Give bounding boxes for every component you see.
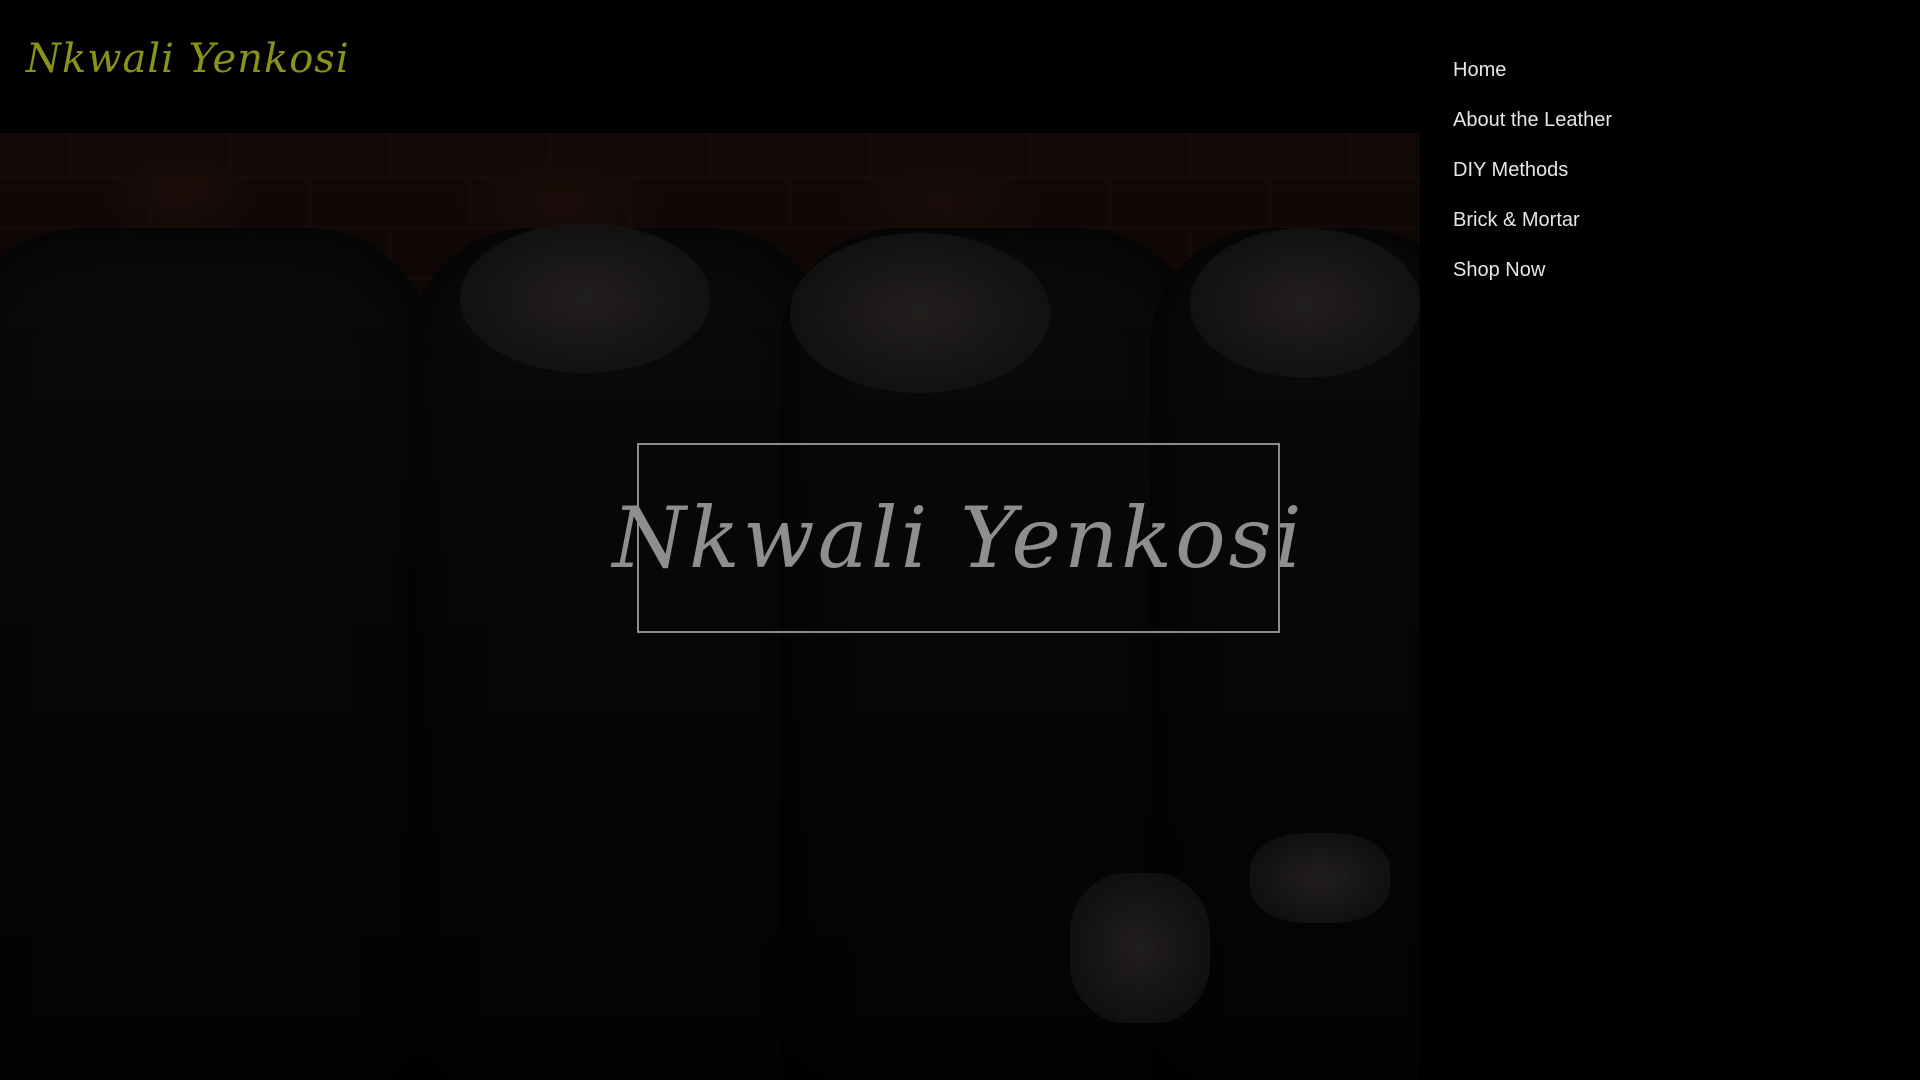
nav-link-diy-methods[interactable]: DIY Methods [1453, 159, 1568, 181]
site-header: Nkwali Yenkosi [0, 0, 1420, 133]
nav-link-home[interactable]: Home [1453, 59, 1506, 81]
nav-link-brick-mortar[interactable]: Brick & Mortar [1453, 209, 1580, 231]
nav-item-about-leather: About the Leather [1453, 104, 1873, 154]
nav-item-shop-now: Shop Now [1453, 254, 1873, 304]
hero-title-box: Nkwali Yenkosi [612, 443, 1302, 633]
nav-item-home: Home [1453, 54, 1873, 104]
nav-link-about-leather[interactable]: About the Leather [1453, 109, 1612, 131]
nav-item-diy-methods: DIY Methods [1453, 154, 1873, 204]
hero-title: Nkwali Yenkosi [612, 489, 1305, 587]
page: Nkwali Yenkosi Nkwali Yenkosi Home About… [0, 0, 1920, 1080]
nav-item-brick-mortar: Brick & Mortar [1453, 204, 1873, 254]
main-nav: Home About the Leather DIY Methods Brick… [1453, 54, 1873, 304]
nav-link-shop-now[interactable]: Shop Now [1453, 259, 1545, 281]
site-logo[interactable]: Nkwali Yenkosi [26, 36, 350, 82]
